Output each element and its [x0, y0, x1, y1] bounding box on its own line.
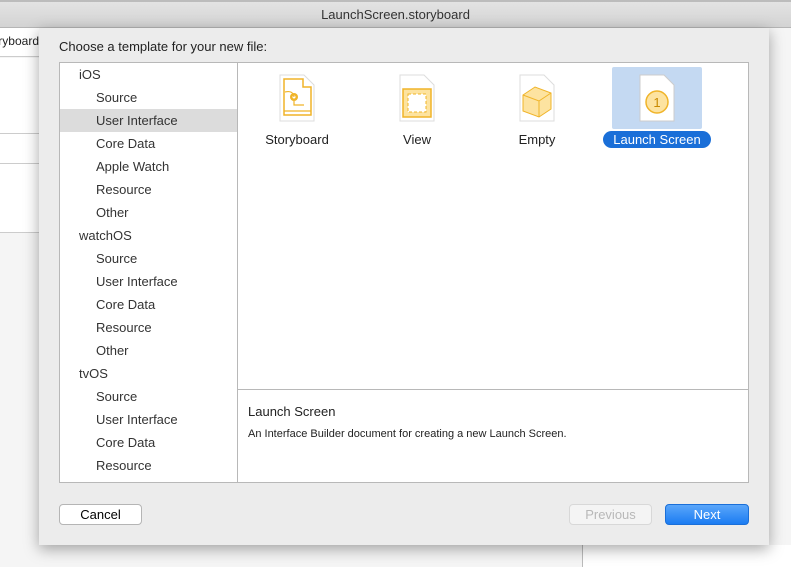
sidebar-item[interactable]: Other	[60, 339, 237, 362]
window-titlebar: LaunchScreen.storyboard	[0, 0, 791, 28]
template-empty[interactable]: Empty	[477, 67, 597, 148]
sidebar-item[interactable]: User Interface	[60, 109, 237, 132]
sidebar-item[interactable]: Resource	[60, 454, 237, 477]
sidebar-platform-header[interactable]: watchOS	[60, 224, 237, 247]
dialog-prompt: Choose a template for your new file:	[59, 39, 268, 54]
launch-screen-icon: 1	[639, 74, 675, 122]
template-view[interactable]: View	[357, 67, 477, 148]
launch-icon-number: 1	[653, 95, 660, 110]
background-pane	[0, 58, 39, 233]
sidebar-item[interactable]: Source	[60, 86, 237, 109]
sidebar-item[interactable]: Resource	[60, 178, 237, 201]
background-tab[interactable]: LaunchScreen.storyboard	[0, 28, 39, 57]
description-text: An Interface Builder document for creati…	[248, 428, 567, 440]
empty-icon	[519, 74, 555, 122]
storyboard-icon	[279, 74, 315, 122]
sidebar-item[interactable]: Core Data	[60, 293, 237, 316]
sidebar-platform-header[interactable]: iOS	[60, 63, 237, 86]
sidebar-item[interactable]: Apple Watch	[60, 155, 237, 178]
template-label: Launch Screen	[603, 131, 711, 148]
new-file-dialog: Choose a template for your new file: iOS…	[39, 28, 769, 545]
template-storyboard[interactable]: Storyboard	[237, 67, 357, 148]
sidebar-item[interactable]: Source	[60, 247, 237, 270]
window-title: LaunchScreen.storyboard	[321, 7, 470, 22]
sidebar-item[interactable]: Other	[60, 201, 237, 224]
divider	[0, 163, 39, 164]
template-label: Storyboard	[265, 132, 329, 147]
platform-category-list[interactable]: iOS Source User Interface Core Data Apple Wa…	[59, 62, 237, 483]
sidebar-platform-header[interactable]: tvOS	[60, 362, 237, 385]
sidebar-item[interactable]: Resource	[60, 316, 237, 339]
cancel-button[interactable]: Cancel	[59, 504, 142, 525]
background-pane-right	[583, 545, 791, 567]
divider	[0, 133, 39, 134]
template-description: Launch Screen An Interface Builder docum…	[238, 389, 748, 482]
template-panel: Storyboard View Empty 1 Launch Screen La…	[237, 62, 749, 483]
template-launch-screen[interactable]: 1 Launch Screen	[597, 67, 717, 148]
sidebar-item[interactable]: Core Data	[60, 431, 237, 454]
sidebar-item[interactable]: User Interface	[60, 270, 237, 293]
sidebar-item[interactable]: Source	[60, 385, 237, 408]
template-label: View	[403, 132, 431, 147]
template-label: Empty	[518, 132, 556, 147]
view-icon	[399, 74, 435, 122]
previous-button[interactable]: Previous	[569, 504, 652, 525]
next-button[interactable]: Next	[665, 504, 749, 525]
description-title: Launch Screen	[248, 404, 336, 419]
sidebar-item[interactable]: User Interface	[60, 408, 237, 431]
sidebar-item[interactable]: Core Data	[60, 132, 237, 155]
divider	[582, 545, 583, 567]
